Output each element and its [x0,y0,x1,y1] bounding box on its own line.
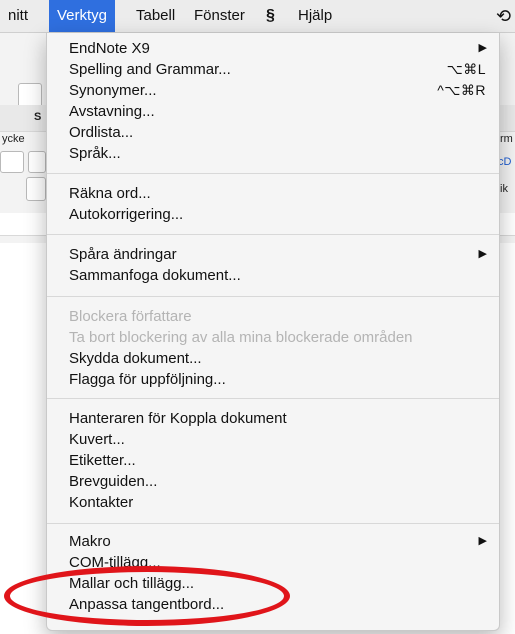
list-button-icon[interactable] [26,177,46,201]
menu-item-ta-bort-blockering: Ta bort blockering av alla mina blockera… [47,327,499,348]
menu-bar: nitt Verktyg Tabell Fönster § Hjälp ⟲ [0,0,515,33]
style-label-right-2: ik [500,183,508,195]
menu-item-kontakter[interactable]: Kontakter [47,492,499,513]
menu-item-skydda[interactable]: Skydda dokument... [47,348,499,369]
menu-item-label: Språk... [69,145,121,162]
menu-item-label: Avstavning... [69,103,155,120]
menu-item-spelling[interactable]: Spelling and Grammar... ⌥⌘L [47,59,499,80]
menu-item-anpassa-tangentbord[interactable]: Anpassa tangentbord... [47,594,499,615]
menu-item-label: Synonymer... [69,82,157,99]
menubar-item-verktyg[interactable]: Verktyg [49,0,116,32]
menubar-item-fonster[interactable]: Fönster [186,0,253,32]
menu-item-blockera: Blockera författare [47,306,499,327]
menu-item-ordlista[interactable]: Ordlista... [47,122,499,143]
menu-item-label: Autokorrigering... [69,206,184,223]
menu-item-label: Kuvert... [69,431,125,448]
menu-item-sammanfoga[interactable]: Sammanfoga dokument... [47,265,499,286]
ribbon-tab-letter: S [34,111,42,123]
menu-item-mallar-och-tillagg[interactable]: Mallar och tillägg... [47,573,499,594]
menu-item-synonymer[interactable]: Synonymer... ^⌥⌘R [47,80,499,101]
menu-separator [47,173,499,174]
menu-item-label: Sammanfoga dokument... [69,267,241,284]
menu-item-label: Makro [69,533,111,550]
menubar-item-hjalp[interactable]: Hjälp [290,0,340,32]
menu-item-sprak[interactable]: Språk... [47,143,499,164]
menu-item-label: Ordlista... [69,124,134,141]
dropdown-left[interactable] [0,151,24,173]
time-machine-icon[interactable]: ⟲ [488,0,515,32]
menu-item-label: Brevguiden... [69,473,158,490]
script-menu-icon[interactable]: § [258,0,283,32]
menu-separator [47,398,499,399]
menu-item-label: Flagga för uppföljning... [69,371,226,388]
format-button-left[interactable] [28,151,46,173]
menu-item-makro[interactable]: Makro ▶ [47,531,499,552]
menu-item-label: Blockera författare [69,308,192,325]
shortcut-label: ^⌥⌘R [437,82,486,98]
menu-item-label: Räkna ord... [69,185,151,202]
menubar-item-tabell[interactable]: Tabell [128,0,183,32]
verktyg-menu: EndNote X9 ▶ Spelling and Grammar... ⌥⌘L… [46,33,500,631]
shortcut-label: ⌥⌘L [446,61,486,77]
menu-item-label: Anpassa tangentbord... [69,596,225,613]
style-label-left: ycke [2,133,25,145]
submenu-arrow-icon: ▶ [478,42,487,54]
menu-item-kuvert[interactable]: Kuvert... [47,429,499,450]
menu-item-autokorrigering[interactable]: Autokorrigering... [47,204,499,225]
menu-item-label: Spelling and Grammar... [69,61,231,78]
style-preview-right: cD [498,156,512,168]
menu-item-flagga[interactable]: Flagga för uppföljning... [47,369,499,390]
menu-item-etiketter[interactable]: Etiketter... [47,450,499,471]
submenu-arrow-icon: ▶ [478,535,487,547]
menu-item-label: Skydda dokument... [69,350,202,367]
menu-separator [47,234,499,235]
menu-separator [47,523,499,524]
menu-item-label: Kontakter [69,494,134,511]
menu-item-rakna-ord[interactable]: Räkna ord... [47,183,499,204]
menubar-item-format[interactable]: nitt [0,0,36,32]
menu-item-endnote[interactable]: EndNote X9 ▶ [47,38,499,59]
menu-item-avstavning[interactable]: Avstavning... [47,101,499,122]
menu-item-spara-andringar[interactable]: Spåra ändringar ▶ [47,244,499,265]
style-label-right: rm [500,133,513,145]
menu-separator [47,296,499,297]
menu-item-label: EndNote X9 [69,40,150,57]
menu-item-com-tillagg[interactable]: COM-tillägg... [47,552,499,573]
menu-item-label: Mallar och tillägg... [69,575,195,592]
menu-item-label: COM-tillägg... [69,554,161,571]
submenu-arrow-icon: ▶ [478,248,487,260]
menu-item-brevguiden[interactable]: Brevguiden... [47,471,499,492]
menu-item-label: Spåra ändringar [69,246,177,263]
menu-item-label: Hanteraren för Koppla dokument [69,410,287,427]
menu-item-label: Ta bort blockering av alla mina blockera… [69,329,413,346]
menu-item-hanteraren[interactable]: Hanteraren för Koppla dokument [47,408,499,429]
menu-item-label: Etiketter... [69,452,136,469]
